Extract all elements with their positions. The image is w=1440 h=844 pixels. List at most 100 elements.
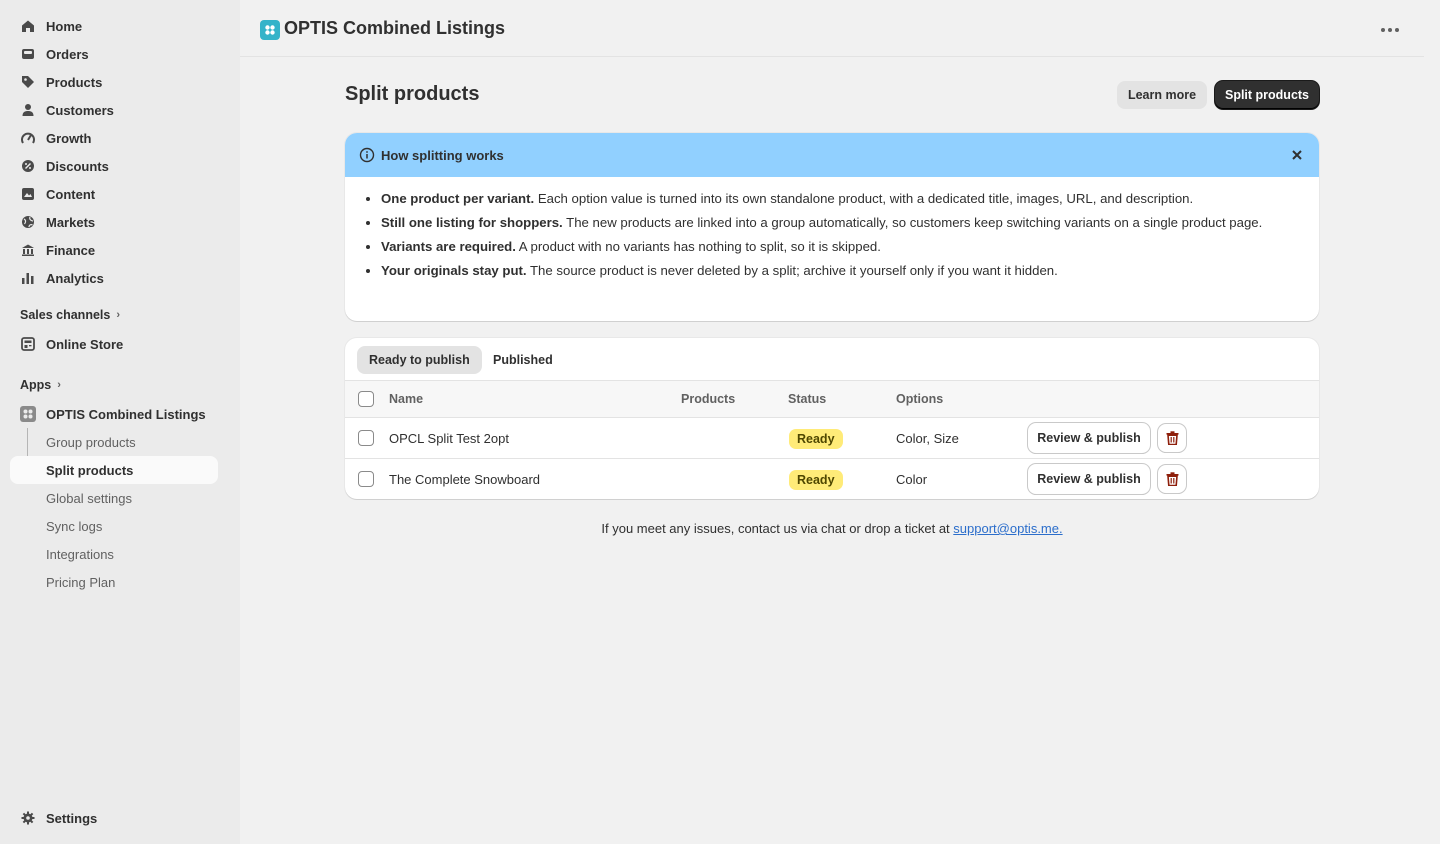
banner-title: How splitting works (381, 147, 504, 163)
sidebar-item-label: Markets (46, 214, 96, 230)
row-checkbox[interactable] (358, 471, 374, 487)
app-logo-icon (20, 406, 36, 422)
store-icon (20, 336, 36, 352)
row-options: Color, Size (896, 431, 959, 446)
sidebar-subitem-global-settings[interactable]: Global settings (10, 484, 218, 512)
sidebar-subitem-label: Split products (46, 462, 134, 478)
sidebar: Home Orders Products Customers Growth Di… (0, 0, 240, 844)
table-row[interactable]: The Complete Snowboard Ready Color Revie… (345, 459, 1319, 499)
sidebar-subitem-sync-logs[interactable]: Sync logs (10, 512, 218, 540)
sidebar-item-markets[interactable]: Markets (10, 208, 218, 236)
discount-icon (20, 158, 36, 174)
sidebar-item-optis-app[interactable]: OPTIS Combined Listings (10, 400, 218, 428)
chevron-right-icon: › (57, 379, 61, 391)
banner-list-item: One product per variant. Each option val… (381, 189, 1299, 209)
sidebar-subitem-label: Integrations (46, 546, 114, 562)
trash-icon (1166, 472, 1178, 486)
sidebar-item-analytics[interactable]: Analytics (10, 264, 218, 292)
sidebar-subitem-label: Group products (46, 434, 136, 450)
bank-icon (20, 242, 36, 258)
row-name[interactable]: The Complete Snowboard (389, 472, 540, 487)
column-header-products: Products (681, 392, 736, 406)
status-badge: Ready (789, 429, 843, 449)
globe-icon (20, 214, 36, 230)
sidebar-subitem-pricing-plan[interactable]: Pricing Plan (10, 568, 218, 596)
sidebar-subitem-label: Sync logs (46, 518, 103, 534)
sidebar-item-content[interactable]: Content (10, 180, 218, 208)
content-icon (20, 186, 36, 202)
banner-body: One product per variant. Each option val… (345, 177, 1319, 281)
sidebar-item-label: Finance (46, 242, 96, 258)
delete-button[interactable] (1158, 465, 1186, 493)
more-actions-icon[interactable] (1378, 18, 1402, 42)
sidebar-item-growth[interactable]: Growth (10, 124, 218, 152)
sidebar-item-orders[interactable]: Orders (10, 40, 218, 68)
sidebar-item-customers[interactable]: Customers (10, 96, 218, 124)
review-publish-button[interactable]: Review & publish (1028, 464, 1150, 494)
chevron-right-icon: › (116, 309, 120, 321)
apps-header[interactable]: Apps › (20, 375, 61, 395)
support-text: If you meet any issues, contact us via c… (601, 521, 954, 536)
sidebar-item-label: Analytics (46, 270, 104, 286)
banner-list-item: Your originals stay put. The source prod… (381, 261, 1299, 281)
bar-chart-icon (20, 270, 36, 286)
gear-icon (20, 810, 36, 826)
person-icon (20, 102, 36, 118)
sidebar-item-label: Customers (46, 102, 114, 118)
sidebar-subitem-label: Pricing Plan (46, 574, 116, 590)
sales-channels-header[interactable]: Sales channels › (20, 305, 120, 325)
sidebar-item-label: Products (46, 74, 103, 90)
learn-more-button[interactable]: Learn more (1117, 81, 1207, 109)
table-row[interactable]: OPCL Split Test 2opt Ready Color, Size R… (345, 418, 1319, 459)
sidebar-item-label: Orders (46, 46, 89, 62)
app-header: OPTIS Combined Listings (240, 0, 1424, 57)
column-header-name: Name (389, 392, 424, 406)
tag-icon (20, 74, 36, 90)
close-icon[interactable] (1289, 147, 1305, 163)
sidebar-item-home[interactable]: Home (10, 12, 218, 40)
sidebar-subitem-group-products[interactable]: Group products (10, 428, 218, 456)
row-name[interactable]: OPCL Split Test 2opt (389, 431, 509, 446)
orders-icon (20, 46, 36, 62)
support-email-link[interactable]: support@optis.me. (953, 521, 1062, 536)
growth-icon (20, 130, 36, 146)
split-products-table-card: Ready to publish Published Name Products… (345, 338, 1319, 499)
app-logo-icon (260, 20, 280, 40)
banner-list-item: Variants are required. A product with no… (381, 237, 1299, 257)
sidebar-item-label: Content (46, 186, 96, 202)
review-publish-button[interactable]: Review & publish (1028, 423, 1150, 453)
tab-published[interactable]: Published (481, 346, 565, 374)
sales-channels-label: Sales channels (20, 308, 111, 322)
sidebar-item-label: Discounts (46, 158, 109, 174)
info-icon (359, 147, 375, 163)
trash-icon (1166, 431, 1178, 445)
sidebar-item-settings[interactable]: Settings (10, 804, 218, 832)
sidebar-item-products[interactable]: Products (10, 68, 218, 96)
delete-button[interactable] (1158, 424, 1186, 452)
page-title: Split products (345, 83, 480, 105)
info-banner: How splitting works One product per vari… (345, 133, 1319, 321)
sidebar-item-discounts[interactable]: Discounts (10, 152, 218, 180)
sidebar-subitem-label: Global settings (46, 490, 132, 506)
sidebar-item-finance[interactable]: Finance (10, 236, 218, 264)
sidebar-subitem-split-products[interactable]: Split products (10, 456, 218, 484)
row-checkbox[interactable] (358, 430, 374, 446)
support-note: If you meet any issues, contact us via c… (345, 521, 1319, 536)
apps-label: Apps (20, 378, 52, 392)
sidebar-subitem-integrations[interactable]: Integrations (10, 540, 218, 568)
column-header-options: Options (896, 392, 944, 406)
select-all-checkbox[interactable] (358, 391, 374, 407)
banner-list-item: Still one listing for shoppers. The new … (381, 213, 1299, 233)
banner-header: How splitting works (345, 133, 1319, 177)
sidebar-item-online-store[interactable]: Online Store (10, 330, 218, 358)
home-icon (20, 18, 36, 34)
sidebar-item-label: Settings (46, 810, 98, 826)
tab-ready-to-publish[interactable]: Ready to publish (357, 346, 482, 374)
sidebar-item-label: Online Store (46, 336, 124, 352)
sidebar-item-label: Growth (46, 130, 92, 146)
sidebar-item-label: Home (46, 18, 83, 34)
column-header-status: Status (788, 392, 827, 406)
sidebar-item-label: OPTIS Combined Listings (46, 406, 206, 422)
app-title: OPTIS Combined Listings (284, 18, 506, 38)
split-products-button[interactable]: Split products (1215, 81, 1319, 109)
